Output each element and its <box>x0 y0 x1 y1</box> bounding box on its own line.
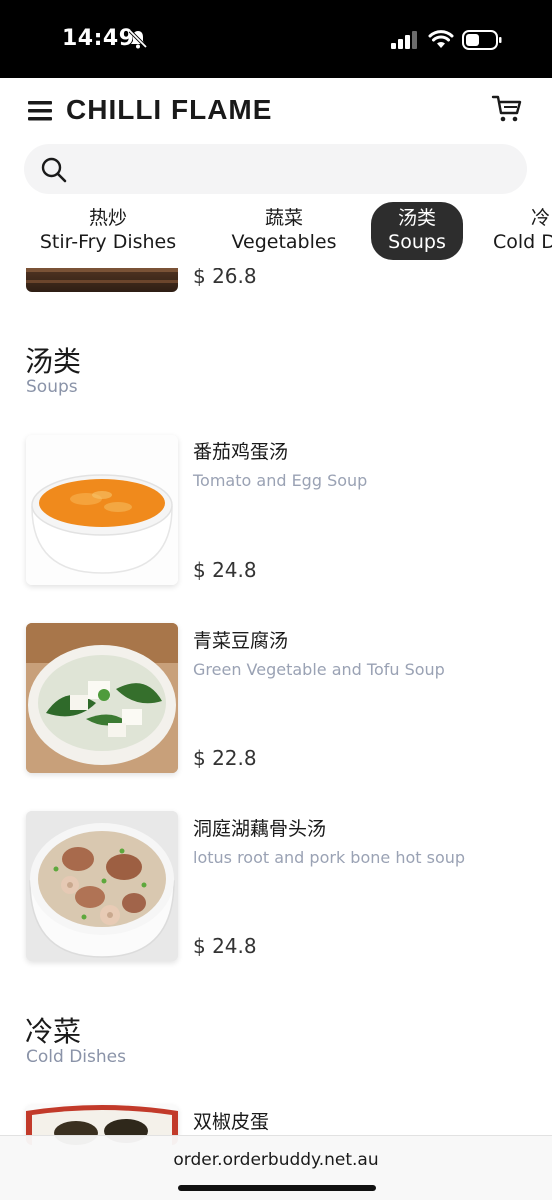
search-bar[interactable] <box>24 144 527 194</box>
tab-label-en: Soups <box>388 231 446 253</box>
dish-price: $ 24.8 <box>193 558 257 582</box>
dish-name-zh: 番茄鸡蛋汤 <box>193 441 289 463</box>
menu-icon[interactable] <box>28 101 52 121</box>
status-time: 14:49 <box>62 26 135 51</box>
bell-slash-icon <box>128 29 148 49</box>
dish-price: $ 22.8 <box>193 746 257 770</box>
section-subtitle: Soups <box>26 377 78 397</box>
browser-address-bar[interactable]: order.orderbuddy.net.au <box>0 1135 552 1200</box>
brand-title: CHILLI FLAME <box>66 94 273 125</box>
dish-name-zh: 双椒皮蛋 <box>193 1111 270 1133</box>
dish-name-zh: 洞庭湖藕骨头汤 <box>193 818 327 840</box>
home-indicator[interactable] <box>178 1185 376 1191</box>
dish-image-tomato-egg-soup[interactable] <box>26 435 178 585</box>
url-text: order.orderbuddy.net.au <box>173 1150 379 1170</box>
dish-name-en: Green Vegetable and Tofu Soup <box>193 660 445 679</box>
tab-cold-dishes[interactable]: 冷 Cold D <box>486 202 552 260</box>
search-icon <box>41 157 67 183</box>
status-bar: 14:49 <box>0 0 552 78</box>
dish-name-en: lotus root and pork bone hot soup <box>193 848 466 867</box>
battery-icon <box>462 30 502 50</box>
dish-name-en: Tomato and Egg Soup <box>193 471 368 490</box>
category-tabs: 热炒 Stir-Fry Dishes 蔬菜 Vegetables 汤类 Soup… <box>0 196 552 268</box>
search-input[interactable] <box>80 152 510 186</box>
tab-label-en: Cold D <box>493 231 552 253</box>
section-subtitle: Cold Dishes <box>26 1047 126 1067</box>
tab-soups[interactable]: 汤类 Soups <box>371 202 463 260</box>
tab-label-zh: 汤类 <box>397 207 436 229</box>
tab-vegetables[interactable]: 蔬菜 Vegetables <box>218 202 350 260</box>
tab-label-zh: 热炒 <box>88 207 127 229</box>
tab-label-en: Stir-Fry Dishes <box>39 231 177 253</box>
tab-label-en: Vegetables <box>231 231 337 253</box>
cart-icon[interactable] <box>491 94 523 124</box>
dish-image-lotus-root-pork-bone-soup[interactable] <box>26 811 178 961</box>
dish-name-zh: 青菜豆腐汤 <box>193 630 289 652</box>
dish-price: $ 24.8 <box>193 934 257 958</box>
section-title: 汤类 <box>25 345 82 378</box>
signal-icon <box>391 31 417 49</box>
tab-stir-fry[interactable]: 热炒 Stir-Fry Dishes <box>26 202 190 260</box>
dish-image-vegetable-tofu-soup[interactable] <box>26 623 178 773</box>
wifi-icon <box>428 30 454 48</box>
section-title: 冷菜 <box>25 1015 82 1048</box>
app-header: CHILLI FLAME <box>0 78 552 144</box>
tab-label-zh: 冷 <box>531 207 551 229</box>
tab-label-zh: 蔬菜 <box>264 207 303 229</box>
